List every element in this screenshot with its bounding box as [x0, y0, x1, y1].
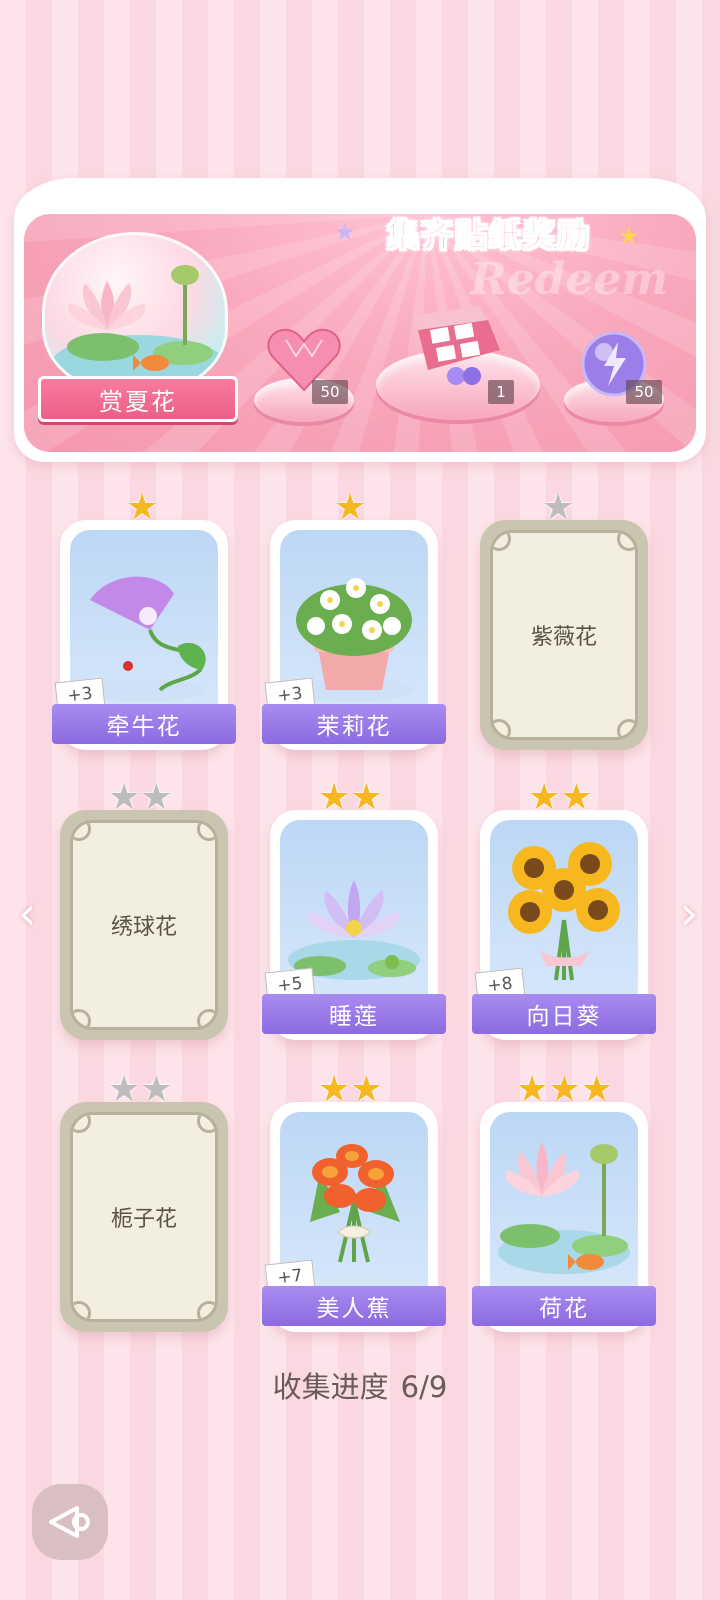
back-arrow-icon — [49, 1506, 90, 1538]
prev-page-arrow[interactable]: ‹ — [18, 886, 36, 940]
lotus-globe-icon — [42, 232, 228, 392]
sticker-card-locked[interactable]: 紫薇花 — [480, 520, 648, 750]
sticker-card[interactable]: +5 睡莲 — [262, 810, 446, 1040]
card-name: 荷花 — [472, 1286, 656, 1326]
sticker-card-locked[interactable]: 绣球花 — [60, 810, 228, 1040]
banner-title: 集齐贴纸奖励 — [386, 216, 591, 255]
card-name: 绣球花 — [110, 915, 177, 940]
card-name: 栀子花 — [110, 1207, 177, 1232]
back-button[interactable] — [32, 1484, 108, 1560]
next-page-arrow[interactable]: › — [680, 886, 698, 940]
reward-count: 50 — [312, 380, 348, 404]
sticker-card[interactable]: 荷花 — [472, 1102, 656, 1332]
collection-progress: 收集进度 6/9 — [0, 1364, 720, 1406]
card-name: 紫薇花 — [530, 625, 597, 650]
progress-value: 6/9 — [400, 1370, 448, 1404]
reward-count: 1 — [488, 380, 514, 404]
sticker-card[interactable]: +3 茉莉花 — [262, 520, 446, 750]
progress-label: 收集进度 — [272, 1370, 389, 1404]
sticker-card-locked[interactable]: 栀子花 — [60, 1102, 228, 1332]
card-name: 睡莲 — [262, 994, 446, 1034]
purple-star-icon: ★ — [334, 218, 356, 246]
sticker-card[interactable]: +7 美人蕉 — [262, 1102, 446, 1332]
card-name: 牵牛花 — [52, 704, 236, 744]
yellow-star-icon: ★ — [618, 222, 640, 250]
theme-name-ribbon: 赏夏花 — [38, 376, 238, 422]
sticker-card[interactable]: +8 向日葵 — [472, 810, 656, 1040]
card-name: 茉莉花 — [262, 704, 446, 744]
sticker-card[interactable]: +3 牵牛花 — [52, 520, 236, 750]
reward-count: 50 — [626, 380, 662, 404]
card-name: 美人蕉 — [262, 1286, 446, 1326]
card-name: 向日葵 — [472, 994, 656, 1034]
